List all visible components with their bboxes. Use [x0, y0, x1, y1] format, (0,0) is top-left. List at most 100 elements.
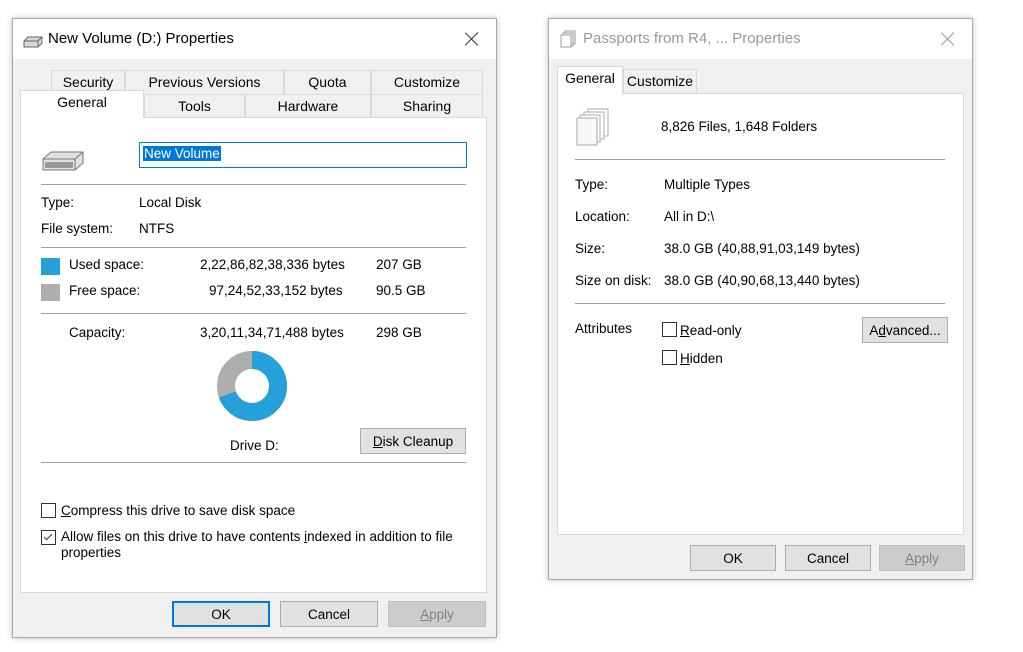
divider [41, 462, 466, 463]
tab-label: General [57, 94, 107, 110]
hidden-checkbox[interactable] [662, 350, 677, 365]
close-icon[interactable] [936, 27, 960, 51]
button-label: pply [914, 551, 939, 566]
divider [41, 313, 466, 314]
tab-sharing[interactable]: Sharing [371, 94, 483, 118]
mnemonic: C [61, 503, 71, 518]
button-label: vanced... [885, 323, 941, 338]
close-icon[interactable] [460, 27, 484, 51]
button-label: Cancel [806, 551, 850, 566]
size-label: Size: [575, 241, 606, 256]
button-label: A [869, 323, 879, 338]
tab-quota[interactable]: Quota [284, 70, 371, 94]
used-space-gb: 207 GB [376, 257, 422, 272]
divider [41, 247, 466, 248]
compress-label: Compress this drive to save disk space [61, 503, 295, 518]
capacity-bytes: 3,20,11,34,71,488 bytes [200, 325, 344, 340]
cancel-button[interactable]: Cancel [785, 545, 871, 571]
title-bar: New Volume (D:) Properties [13, 19, 496, 59]
cancel-button[interactable]: Cancel [280, 601, 378, 627]
free-space-bytes: 97,24,52,33,152 bytes [209, 283, 343, 298]
free-space-label: Free space: [69, 283, 141, 298]
drive-properties-dialog: New Volume (D:) Properties Security Prev… [12, 18, 497, 638]
tab-tools[interactable]: Tools [144, 94, 245, 118]
label-text: ead-only [689, 323, 742, 338]
window-title: Passports from R4, ... Properties [583, 30, 801, 47]
multiple-files-icon [576, 108, 610, 151]
hidden-label: Hidden [680, 351, 723, 366]
drive-icon [23, 35, 43, 53]
ok-button[interactable]: OK [172, 601, 270, 627]
location-value: All in D:\ [664, 209, 715, 224]
mnemonic: d [878, 323, 886, 338]
size-on-disk-value: 38.0 GB (40,90,68,13,440 bytes) [664, 273, 860, 288]
mnemonic: A [420, 607, 430, 622]
tab-label: Quota [308, 74, 347, 90]
compress-checkbox[interactable] [41, 503, 56, 518]
tab-label: Sharing [402, 98, 452, 114]
used-space-bytes: 2,22,86,82,38,336 bytes [200, 257, 345, 272]
tab-general[interactable]: General [557, 66, 623, 94]
readonly-checkbox[interactable] [662, 322, 677, 337]
mnemonic: R [680, 323, 690, 338]
files-small-icon [559, 30, 577, 53]
tab-label: Customize [393, 74, 461, 90]
used-space-swatch [41, 258, 60, 275]
tab-label: General [565, 70, 615, 86]
mnemonic: H [680, 351, 690, 366]
free-space-gb: 90.5 GB [376, 283, 426, 298]
disk-cleanup-button[interactable]: Disk Cleanup [360, 428, 466, 454]
files-folders-summary: 8,826 Files, 1,648 Folders [661, 119, 818, 134]
file-system-value: NTFS [139, 221, 175, 236]
type-value: Local Disk [139, 195, 202, 210]
mnemonic: A [905, 551, 915, 566]
attributes-label: Attributes [575, 321, 633, 336]
index-checkbox[interactable] [41, 530, 56, 545]
drive-large-icon [41, 150, 85, 177]
tab-hardware[interactable]: Hardware [245, 94, 371, 118]
button-label: OK [723, 551, 743, 566]
button-label: pply [429, 607, 454, 622]
usage-donut-chart [217, 351, 287, 421]
tab-label: Customize [626, 73, 694, 89]
tab-label: Security [62, 74, 114, 90]
capacity-label: Capacity: [69, 325, 126, 340]
size-value: 38.0 GB (40,88,91,03,149 bytes) [664, 241, 860, 256]
index-label: Allow files on this drive to have conten… [61, 529, 456, 561]
divider [575, 303, 945, 304]
tab-label: Hardware [277, 98, 339, 114]
tab-label: Tools [178, 98, 211, 114]
tab-previous-versions[interactable]: Previous Versions [125, 70, 284, 94]
label-text: Allow files on this drive to have conten… [61, 529, 305, 544]
readonly-label: Read-only [680, 323, 742, 338]
drive-label: Drive D: [230, 438, 279, 453]
volume-name-value: New Volume [143, 146, 221, 161]
tab-label: Previous Versions [148, 74, 261, 90]
volume-name-input[interactable]: New Volume [139, 142, 467, 168]
label-text: ompress this drive to save disk space [70, 503, 296, 518]
free-space-swatch [41, 284, 60, 301]
capacity-gb: 298 GB [376, 325, 422, 340]
general-tab-page: New Volume Type: Local Disk File system:… [20, 117, 487, 593]
apply-button[interactable]: Apply [879, 545, 965, 571]
tab-customize[interactable]: Customize [623, 69, 697, 94]
tab-general[interactable]: General [20, 90, 144, 118]
label-text: idden [689, 351, 723, 366]
button-label: OK [211, 607, 231, 622]
divider [41, 184, 466, 185]
size-on-disk-label: Size on disk: [575, 273, 652, 288]
tab-customize[interactable]: Customize [371, 70, 483, 94]
file-system-label: File system: [41, 221, 114, 236]
apply-button[interactable]: Apply [388, 601, 486, 627]
button-label: Cancel [307, 607, 351, 622]
type-value: Multiple Types [664, 177, 751, 192]
folder-properties-dialog: Passports from R4, ... Properties Genera… [548, 18, 973, 580]
button-label: isk Cleanup [382, 434, 454, 449]
divider [575, 159, 945, 160]
type-label: Type: [575, 177, 609, 192]
advanced-button[interactable]: Advanced... [862, 317, 948, 343]
title-bar: Passports from R4, ... Properties [549, 19, 972, 59]
general-tab-page: 8,826 Files, 1,648 Folders Type: Multipl… [557, 93, 964, 535]
used-space-label: Used space: [69, 257, 145, 272]
ok-button[interactable]: OK [690, 545, 776, 571]
